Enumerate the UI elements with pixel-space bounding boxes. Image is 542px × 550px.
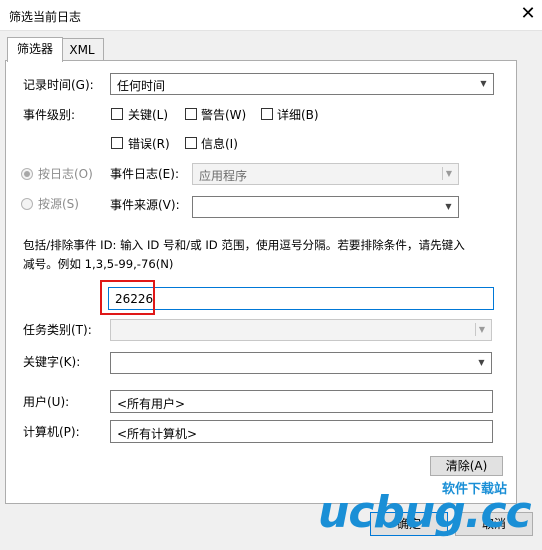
event-level-label: 事件级别: [23, 108, 76, 122]
keywords-label: 关键字(K): [23, 355, 81, 369]
checkbox-warning[interactable] [185, 108, 197, 120]
computer-value: <所有计算机> [117, 427, 198, 441]
checkbox-information[interactable] [185, 137, 197, 149]
checkbox-warning-label: 警告(W) [201, 108, 247, 122]
radio-by-source-label: 按源(S) [38, 197, 79, 211]
chevron-down-icon: ▼ [442, 167, 455, 180]
checkbox-information-label: 信息(I) [201, 137, 238, 151]
task-category-select[interactable]: ▼ [110, 319, 492, 341]
radio-by-log[interactable] [21, 168, 33, 180]
watermark-logo: ucbug.cc [318, 487, 532, 538]
title-bar [0, 0, 542, 31]
checkbox-verbose[interactable] [261, 108, 273, 120]
event-logs-select[interactable]: 应用程序 ▼ [192, 163, 459, 185]
logged-select[interactable]: 任何时间 ▼ [110, 73, 494, 95]
event-logs-value: 应用程序 [199, 169, 248, 183]
highlight-box [100, 280, 155, 315]
chevron-down-icon: ▼ [478, 358, 485, 367]
event-sources-label: 事件来源(V): [110, 198, 180, 212]
checkbox-critical[interactable] [111, 108, 123, 120]
window-title: 筛选当前日志 [9, 10, 82, 24]
logged-value: 任何时间 [117, 79, 166, 93]
clear-button[interactable]: 清除(A) [430, 456, 503, 476]
task-category-label: 任务类别(T): [23, 323, 92, 337]
radio-by-log-label: 按日志(O) [38, 167, 93, 181]
keywords-select[interactable]: ▼ [110, 352, 492, 374]
logged-label: 记录时间(G): [23, 78, 94, 92]
checkbox-error-label: 错误(R) [128, 137, 170, 151]
checkbox-error[interactable] [111, 137, 123, 149]
computer-input[interactable]: <所有计算机> [110, 420, 493, 443]
chevron-down-icon: ▼ [475, 323, 488, 336]
event-sources-select[interactable]: ▼ [192, 196, 459, 218]
event-id-input[interactable]: 26226 [108, 287, 494, 310]
user-value: <所有用户> [117, 397, 186, 411]
event-logs-label: 事件日志(E): [110, 167, 179, 181]
event-id-hint: 包括/排除事件 ID: 输入 ID 号和/或 ID 范围，使用逗号分隔。若要排除… [23, 238, 465, 252]
user-input[interactable]: <所有用户> [110, 390, 493, 413]
close-icon[interactable]: ✕ [519, 3, 537, 25]
tab-filter[interactable]: 筛选器 [7, 37, 63, 62]
radio-by-source[interactable] [21, 198, 33, 210]
checkbox-critical-label: 关键(L) [128, 108, 169, 122]
chevron-down-icon: ▼ [445, 202, 452, 211]
event-id-hint-example: 减号。例如 1,3,5-99,-76(N) [23, 257, 174, 271]
tab-xml[interactable]: XML [60, 38, 104, 61]
chevron-down-icon: ▼ [480, 79, 487, 88]
computer-label: 计算机(P): [23, 425, 80, 439]
checkbox-verbose-label: 详细(B) [277, 108, 319, 122]
user-label: 用户(U): [23, 395, 70, 409]
